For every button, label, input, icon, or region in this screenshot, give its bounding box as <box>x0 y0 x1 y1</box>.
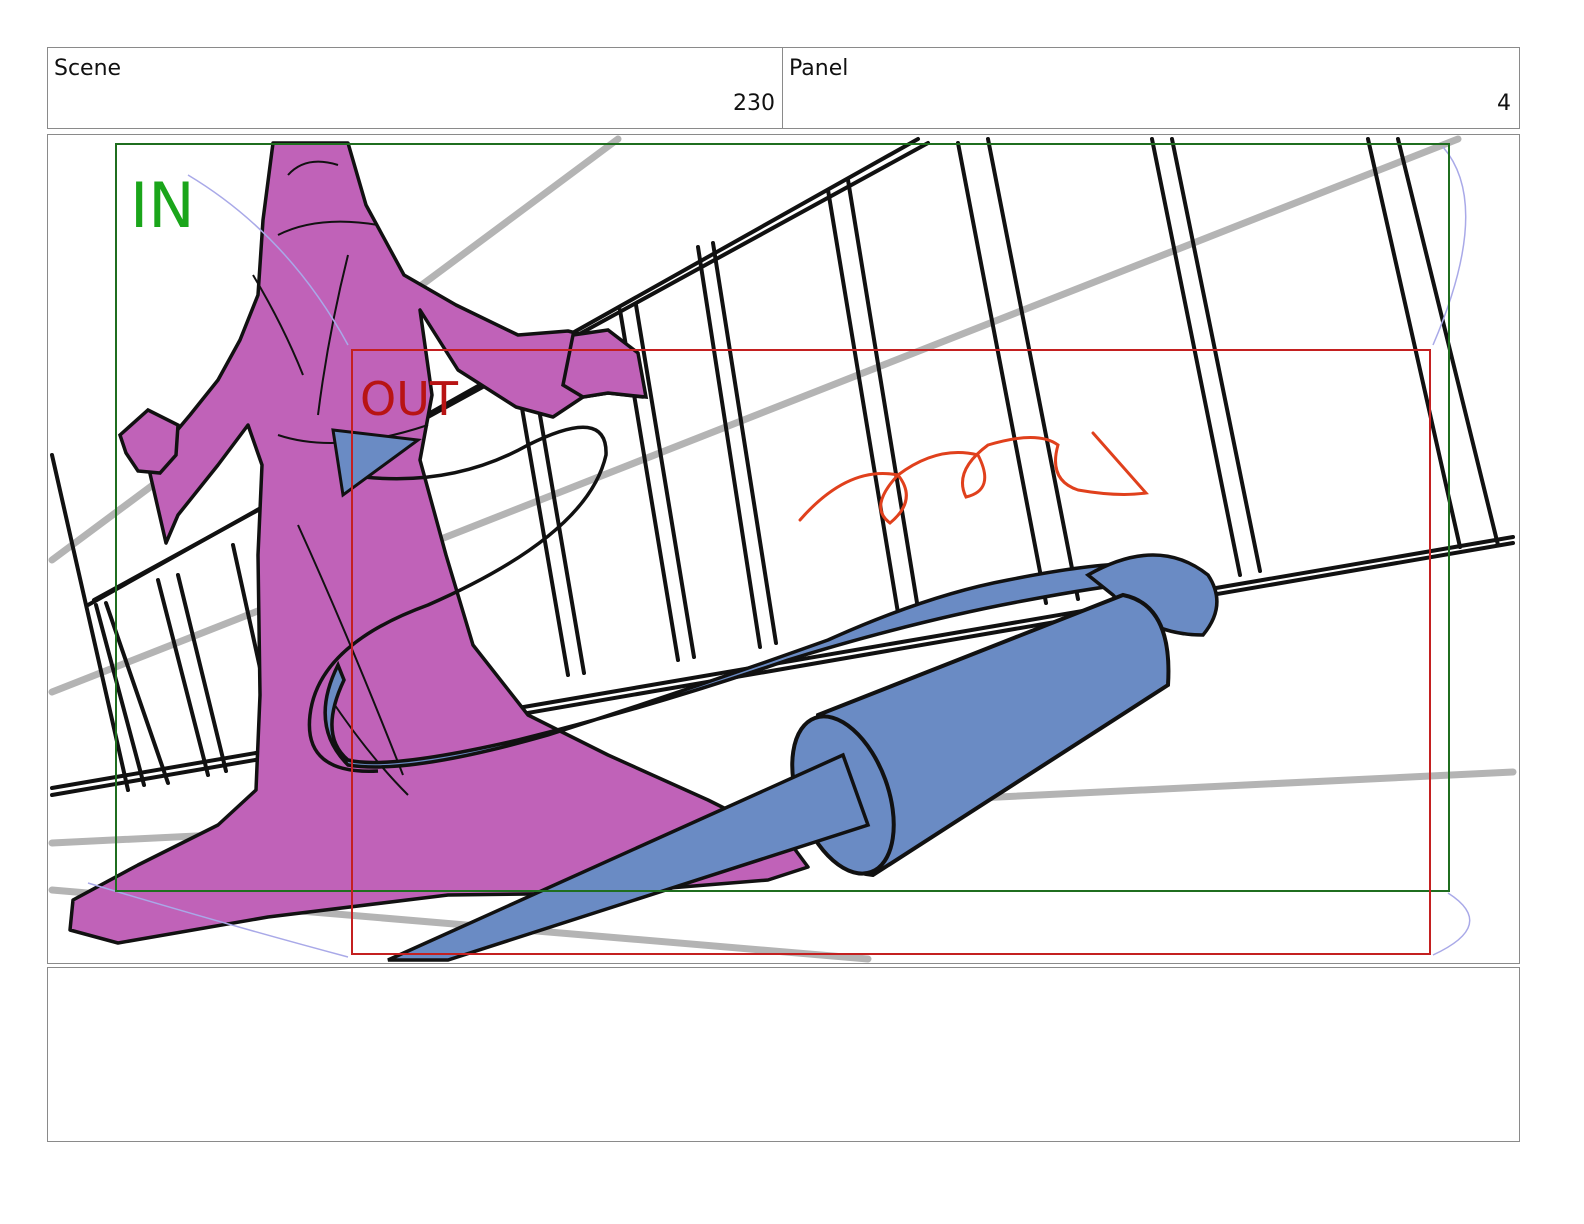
notes-text <box>48 968 1519 984</box>
scene-label: Scene <box>54 56 122 81</box>
motion-scribble <box>798 431 1149 525</box>
panel-label: Panel <box>789 56 849 81</box>
out-label: OUT <box>360 372 459 426</box>
figure-hand <box>561 328 649 399</box>
in-label: IN <box>130 169 195 242</box>
scene-number: 230 <box>733 91 775 116</box>
panel-cell: Panel 4 <box>782 47 1520 129</box>
panel-number: 4 <box>1497 91 1511 116</box>
notes-area[interactable] <box>47 967 1520 1142</box>
storyboard-drawing: IN OUT <box>48 135 1517 963</box>
storyboard-frame: IN OUT <box>47 134 1520 964</box>
scene-cell: Scene 230 <box>47 47 784 129</box>
figure-fist <box>117 407 180 475</box>
